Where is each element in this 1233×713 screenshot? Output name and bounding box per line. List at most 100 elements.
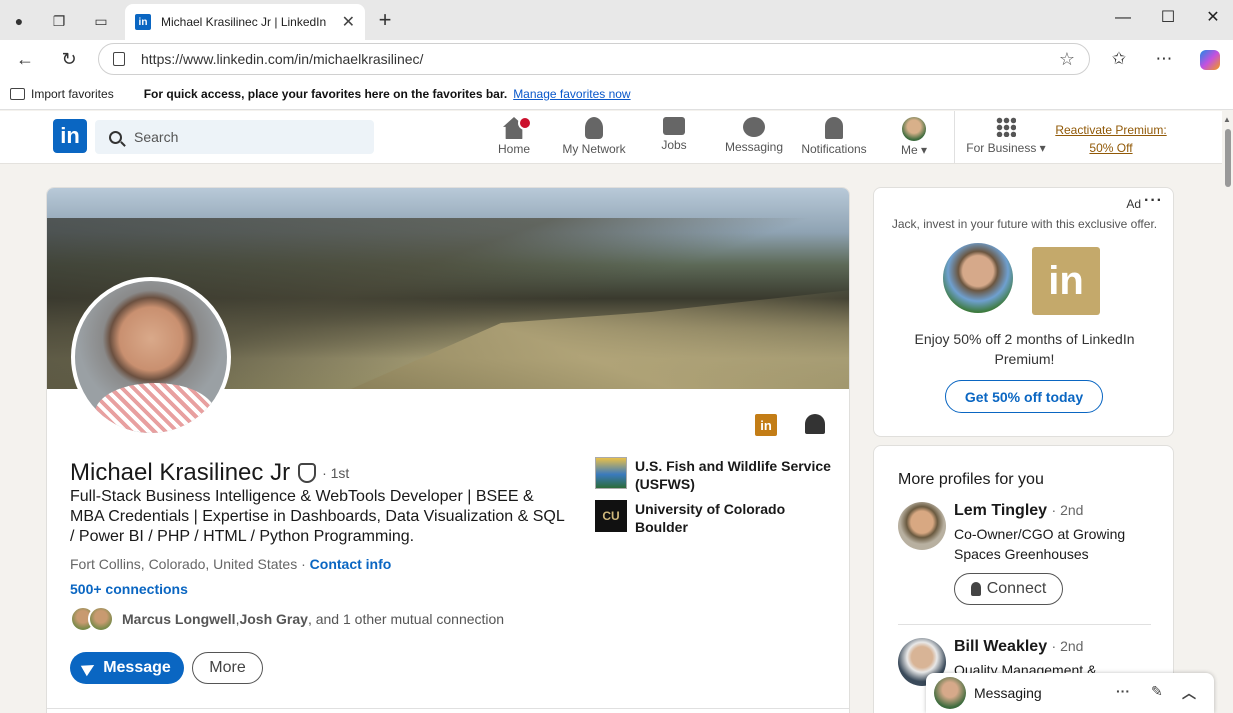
- connect-button[interactable]: Connect: [954, 573, 1063, 605]
- profile-name: Lem Tingley · 2nd: [954, 502, 1084, 519]
- nav-notifications[interactable]: Notifications: [794, 117, 874, 161]
- ad-options-icon[interactable]: ···: [1144, 192, 1163, 210]
- minimize-button[interactable]: —: [1100, 6, 1146, 32]
- url-input[interactable]: https://www.linkedin.com/in/michaelkrasi…: [98, 43, 1090, 75]
- page-scrollbar[interactable]: ▲: [1222, 111, 1233, 713]
- chevron-up-icon[interactable]: ︿: [1182, 683, 1196, 703]
- nav-home[interactable]: Home: [474, 116, 554, 161]
- nav-me[interactable]: Me ▾: [874, 117, 954, 161]
- ad-user-avatar: [943, 243, 1013, 313]
- org-name: U.S. Fish and Wildlife Service (USFWS): [635, 458, 831, 492]
- favorite-star-icon[interactable]: ☆: [1059, 49, 1075, 70]
- browser-tab[interactable]: in Michael Krasilinec Jr | LinkedIn ✕: [125, 4, 365, 40]
- profile-headline: Full-Stack Business Intelligence & WebTo…: [70, 488, 565, 545]
- linkedin-premium-icon[interactable]: in: [755, 414, 777, 436]
- nav-notifications-label: Notifications: [801, 142, 867, 156]
- org-usfws[interactable]: U.S. Fish and Wildlife Service (USFWS): [595, 457, 835, 493]
- message-button[interactable]: Message: [70, 652, 184, 684]
- nav-my-network-label: My Network: [562, 142, 626, 156]
- briefcase-icon: [663, 117, 685, 135]
- ad-label: Ad: [1126, 197, 1141, 211]
- connections-link[interactable]: 500+ connections: [70, 581, 188, 597]
- cu-boulder-logo: CU: [595, 500, 627, 532]
- add-person-icon: [970, 582, 981, 596]
- messaging-overlay[interactable]: Messaging ··· ✎ ︿: [926, 673, 1214, 713]
- follow-bell-icon[interactable]: [805, 414, 825, 434]
- mutual-avatars: [70, 604, 116, 634]
- tab-title: Michael Krasilinec Jr | LinkedIn: [161, 15, 327, 29]
- more-options-icon[interactable]: ···: [1116, 683, 1130, 699]
- profile-location-row: Fort Collins, Colorado, United States · …: [70, 556, 392, 572]
- ad-body: Enjoy 50% off 2 months of LinkedIn Premi…: [914, 331, 1135, 367]
- linkedin-header: in Search Home My Network Jobs Messaging…: [0, 111, 1222, 164]
- nav-for-business[interactable]: For Business ▾: [962, 117, 1050, 161]
- nav-my-network[interactable]: My Network: [554, 117, 634, 161]
- close-tab-icon[interactable]: ✕: [342, 12, 355, 32]
- address-bar-row: ← ↻ https://www.linkedin.com/in/michaelk…: [0, 40, 1233, 78]
- profile-role: Co-Owner/CGO at Growing Spaces Greenhous…: [954, 526, 1126, 562]
- ad-cta-button[interactable]: Get 50% off today: [945, 380, 1103, 413]
- nav-me-label: Me ▾: [900, 143, 928, 157]
- refresh-button[interactable]: ↻: [56, 47, 82, 71]
- nav-for-business-label: For Business ▾: [966, 141, 1046, 155]
- mutual-connections[interactable]: Marcus Longwell, Josh Gray, and 1 other …: [70, 604, 504, 634]
- bell-icon: [825, 117, 843, 139]
- messaging-label: Messaging: [974, 685, 1042, 701]
- header-divider: [954, 111, 955, 163]
- profile-card: in Michael Krasilinec Jr · 1st Full-Stac…: [46, 187, 850, 713]
- ad-tagline: Jack, invest in your future with this ex…: [891, 217, 1158, 231]
- profile-icon[interactable]: ●: [6, 8, 32, 34]
- favorites-bar-message: For quick access, place your favorites h…: [143, 86, 508, 101]
- linkedin-favicon-icon: in: [135, 14, 151, 30]
- nav-jobs[interactable]: Jobs: [634, 117, 714, 161]
- new-tab-button[interactable]: +: [372, 8, 398, 34]
- back-button[interactable]: ←: [12, 47, 38, 71]
- close-window-button[interactable]: ✕: [1190, 6, 1233, 32]
- org-name: University of Colorado Boulder: [635, 501, 786, 535]
- profile-name-row: Michael Krasilinec Jr · 1st: [70, 459, 349, 487]
- manage-favorites-link[interactable]: Manage favorites now: [513, 87, 630, 101]
- browser-tab-bar: ● ❐ ▭ in Michael Krasilinec Jr | LinkedI…: [0, 0, 1233, 40]
- settings-more-icon[interactable]: ⋯: [1150, 46, 1178, 72]
- search-icon: [109, 130, 122, 144]
- compose-icon[interactable]: ✎: [1151, 683, 1163, 700]
- workspaces-icon[interactable]: ❐: [46, 8, 72, 34]
- divider: [898, 624, 1151, 625]
- nav-home-label: Home: [497, 142, 530, 156]
- org-cu-boulder[interactable]: CU University of Colorado Boulder: [595, 500, 805, 536]
- send-icon: [81, 659, 98, 677]
- messaging-avatar: [934, 677, 966, 709]
- import-favorites-button[interactable]: Import favorites: [10, 87, 114, 101]
- profile-location: Fort Collins, Colorado, United States: [70, 556, 298, 572]
- search-input[interactable]: Search: [95, 120, 374, 154]
- nav-jobs-label: Jobs: [661, 138, 687, 152]
- premium-ad-card: Ad ··· Jack, invest in your future with …: [873, 187, 1174, 437]
- people-icon: [585, 117, 603, 139]
- folder-icon: [10, 87, 25, 100]
- apps-grid-icon: [996, 117, 1016, 137]
- lock-icon: [113, 52, 125, 66]
- profile-name: Michael Krasilinec Jr: [70, 459, 291, 486]
- scroll-thumb[interactable]: [1225, 129, 1231, 187]
- verified-shield-icon[interactable]: [298, 463, 317, 483]
- tab-actions-icon[interactable]: ▭: [88, 8, 114, 34]
- premium-link[interactable]: Reactivate Premium: 50% Off: [1052, 121, 1170, 157]
- contact-info-link[interactable]: Contact info: [310, 556, 392, 572]
- favorites-bar: Import favorites For quick access, place…: [0, 78, 1233, 110]
- maximize-button[interactable]: ☐: [1145, 6, 1191, 32]
- nav-messaging[interactable]: Messaging: [714, 117, 794, 161]
- import-favorites-label: Import favorites: [31, 86, 114, 101]
- profile-avatar: [898, 502, 946, 550]
- profile-photo[interactable]: [71, 277, 231, 437]
- copilot-icon[interactable]: [1200, 50, 1220, 70]
- more-button[interactable]: More: [192, 652, 263, 684]
- nav-messaging-label: Messaging: [724, 140, 784, 154]
- linkedin-logo[interactable]: in: [53, 119, 87, 153]
- scroll-up-icon[interactable]: ▲: [1223, 115, 1231, 124]
- search-placeholder: Search: [134, 129, 179, 145]
- avatar-icon: [902, 117, 926, 141]
- connection-degree: · 1st: [322, 465, 350, 481]
- favorites-icon[interactable]: ✩: [1105, 46, 1133, 72]
- chat-icon: [743, 117, 765, 137]
- profile-name: Bill Weakley · 2nd: [954, 638, 1084, 655]
